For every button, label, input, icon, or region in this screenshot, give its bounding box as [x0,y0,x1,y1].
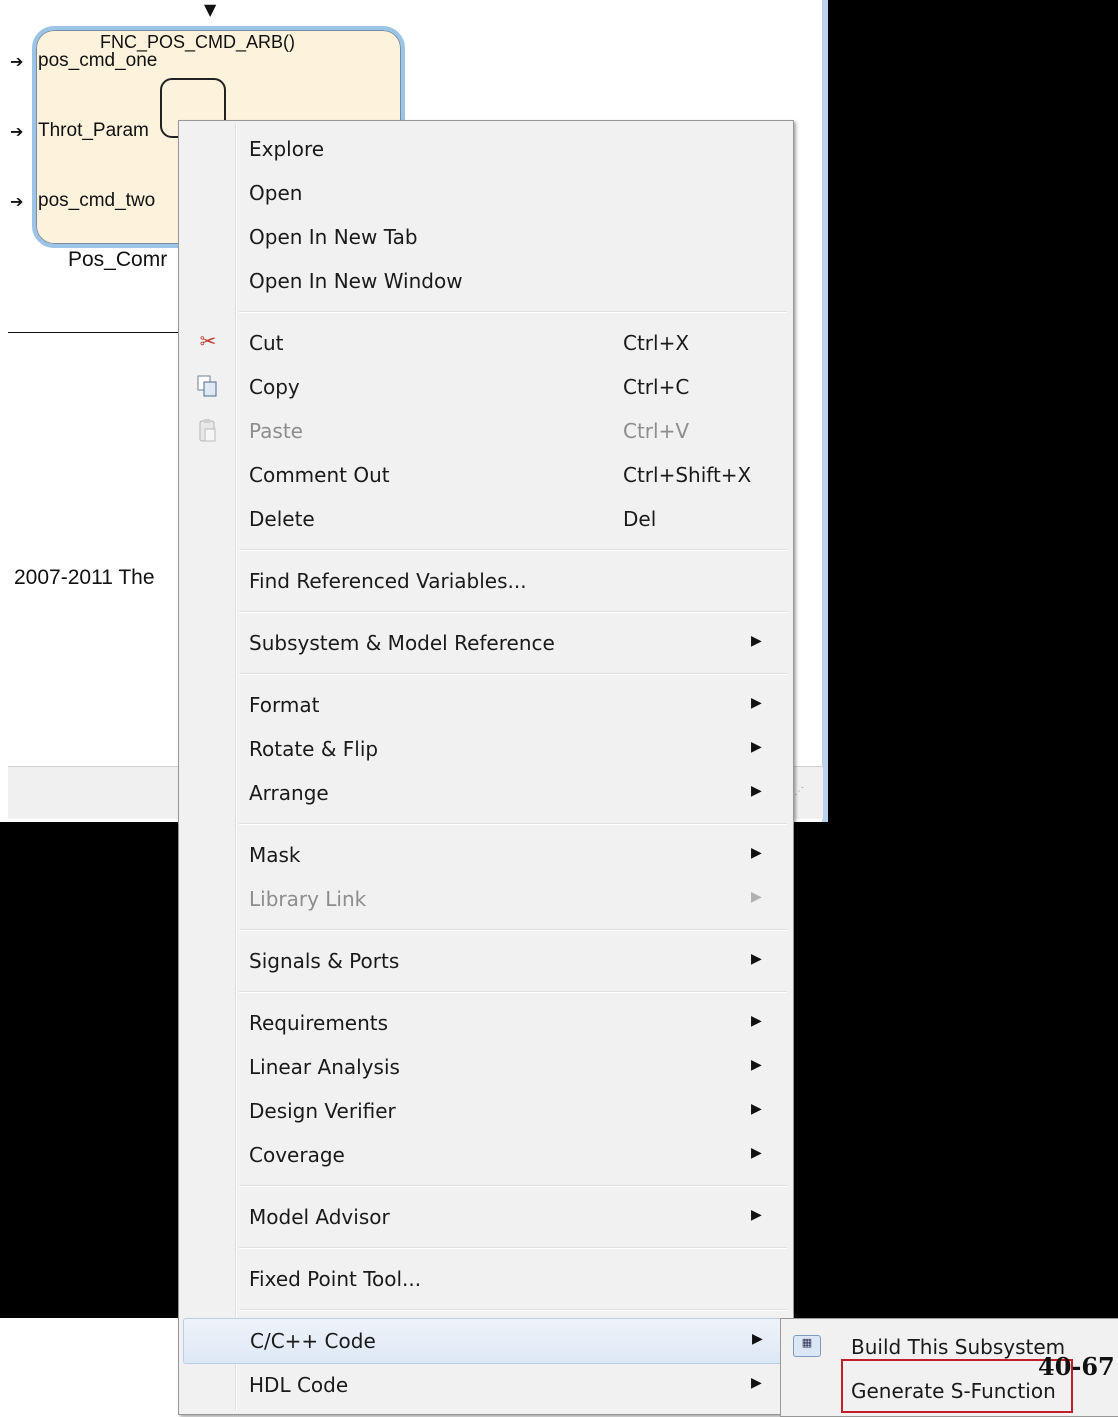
menu-item-label: Model Advisor [249,1205,390,1229]
port-label: pos_cmd_two [38,190,156,211]
menu-item-mask[interactable]: Mask ▶ [179,833,793,877]
menu-item-fixed-point-tool[interactable]: Fixed Point Tool... [179,1257,793,1301]
menu-item-library-link[interactable]: Library Link ▶ [179,877,793,921]
port-label: Throt_Param [38,120,149,141]
menu-item-label: Coverage [249,1143,345,1167]
port-label: pos_cmd_one [38,50,158,71]
copyright-text: 2007-2011 The [14,566,155,589]
menu-item-label: Find Referenced Variables... [249,569,527,593]
menu-item-arrange[interactable]: Arrange ▶ [179,771,793,815]
input-arrow-icon: ▼ [204,0,217,19]
menu-item-label: Subsystem & Model Reference [249,631,555,655]
menu-separator [239,673,787,675]
submenu-item-label: Build This Subsystem [851,1335,1066,1359]
scissors-icon: ✂ [199,329,217,353]
menu-separator [239,611,787,613]
menu-item-label: Mask [249,843,301,867]
menu-separator [239,1185,787,1187]
menu-item-label: Open [249,181,303,205]
menu-item-comment-out[interactable]: Comment Out Ctrl+Shift+X [179,453,793,497]
menu-separator [239,311,787,313]
menu-item-label: Format [249,693,320,717]
signal-line [8,332,186,333]
menu-item-label: Open In New Window [249,269,463,293]
menu-item-explore[interactable]: Explore [179,127,793,171]
menu-item-label: Linear Analysis [249,1055,400,1079]
menu-item-signals-ports[interactable]: Signals & Ports ▶ [179,939,793,983]
menu-item-subsystem-model-reference[interactable]: Subsystem & Model Reference ▶ [179,621,793,665]
page-number: 40-67 [1038,1352,1115,1381]
block-name[interactable]: Pos_Comr [68,248,167,272]
menu-item-shortcut: Ctrl+C [623,375,690,399]
submenu-arrow-icon: ▶ [752,1331,763,1347]
menu-separator [239,929,787,931]
menu-item-label: HDL Code [249,1373,349,1397]
menu-separator [239,1247,787,1249]
submenu-arrow-icon: ▶ [751,1057,762,1073]
menu-item-label: Fixed Point Tool... [249,1267,422,1291]
menu-item-delete[interactable]: Delete Del [179,497,793,541]
menu-item-label: Design Verifier [249,1099,396,1123]
menu-item-open[interactable]: Open [179,171,793,215]
submenu-arrow-icon: ▶ [751,1013,762,1029]
submenu-arrow-icon: ▶ [751,783,762,799]
port-arrow-icon: ➔ [10,192,24,211]
menu-item-shortcut: Ctrl+V [623,419,690,443]
submenu-arrow-icon: ▶ [751,889,762,905]
menu-item-label: Copy [249,375,300,399]
menu-item-model-advisor[interactable]: Model Advisor ▶ [179,1195,793,1239]
menu-item-design-verifier[interactable]: Design Verifier ▶ [179,1089,793,1133]
submenu-arrow-icon: ▶ [751,633,762,649]
port-arrow-icon: ➔ [10,52,24,71]
menu-item-label: Open In New Tab [249,225,418,249]
menu-item-shortcut: Del [623,507,657,531]
menu-item-cut[interactable]: ✂ Cut Ctrl+X [179,321,793,365]
paste-icon [195,417,221,445]
submenu-arrow-icon: ▶ [751,1375,762,1391]
submenu-arrow-icon: ▶ [751,951,762,967]
menu-item-label: Requirements [249,1011,389,1035]
submenu-arrow-icon: ▶ [751,845,762,861]
resize-grip-icon[interactable]: ⋰ [794,786,804,797]
menu-item-linear-analysis[interactable]: Linear Analysis ▶ [179,1045,793,1089]
menu-item-label: C/C++ Code [250,1329,376,1353]
menu-item-find-referenced-variables[interactable]: Find Referenced Variables... [179,559,793,603]
menu-separator [239,823,787,825]
menu-item-label: Library Link [249,887,367,911]
submenu-arrow-icon: ▶ [751,739,762,755]
menu-item-label: Signals & Ports [249,949,400,973]
menu-item-copy[interactable]: Copy Ctrl+C [179,365,793,409]
menu-item-shortcut: Ctrl+X [623,331,690,355]
menu-item-label: Explore [249,137,325,161]
background-black-right [828,0,1118,1318]
menu-item-hdl-code[interactable]: HDL Code ▶ [179,1363,793,1407]
port-arrow-icon: ➔ [10,122,24,141]
menu-item-label: Rotate & Flip [249,737,379,761]
submenu-arrow-icon: ▶ [751,1145,762,1161]
menu-item-open-in-new-window[interactable]: Open In New Window [179,259,793,303]
menu-separator [239,549,787,551]
menu-item-label: Delete [249,507,315,531]
context-menu: Explore Open Open In New Tab Open In New… [178,120,794,1415]
menu-separator [239,1309,787,1311]
submenu-arrow-icon: ▶ [751,1101,762,1117]
menu-item-coverage[interactable]: Coverage ▶ [179,1133,793,1177]
menu-item-rotate-flip[interactable]: Rotate & Flip ▶ [179,727,793,771]
copy-icon [195,373,221,401]
menu-item-shortcut: Ctrl+Shift+X [623,463,752,487]
build-icon: ▦ [793,1335,821,1357]
menu-item-open-in-new-tab[interactable]: Open In New Tab [179,215,793,259]
menu-item-label: Paste [249,419,303,443]
menu-item-label: Comment Out [249,463,390,487]
submenu-arrow-icon: ▶ [751,1207,762,1223]
menu-item-c-cpp-code[interactable]: C/C++ Code ▶ [183,1318,789,1364]
menu-item-paste[interactable]: Paste Ctrl+V [179,409,793,453]
submenu-arrow-icon: ▶ [751,695,762,711]
menu-item-format[interactable]: Format ▶ [179,683,793,727]
menu-item-label: Arrange [249,781,329,805]
menu-item-requirements[interactable]: Requirements ▶ [179,1001,793,1045]
menu-item-label: Cut [249,331,284,355]
menu-separator [239,991,787,993]
